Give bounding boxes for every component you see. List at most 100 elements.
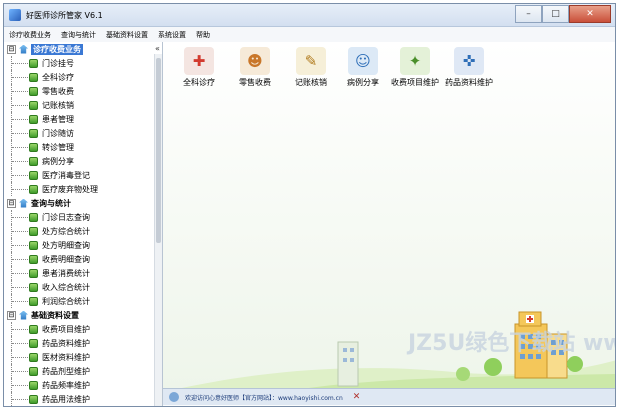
module-icon bbox=[29, 268, 38, 278]
tree-item-label: 药品用法维护 bbox=[42, 394, 90, 404]
module-icon bbox=[29, 128, 38, 138]
module-icon bbox=[29, 72, 38, 82]
tree-group-label: 基础资料设置 bbox=[31, 310, 79, 320]
app-logo-icon bbox=[9, 9, 21, 21]
tree-connector bbox=[12, 119, 28, 120]
tree-item[interactable]: 门诊挂号 bbox=[4, 56, 152, 70]
tree-connector bbox=[12, 231, 28, 232]
tree-item[interactable]: 全科诊疗 bbox=[4, 70, 152, 84]
shortcut-label: 药品资料维护 bbox=[445, 78, 493, 87]
nav-tree: ⊟ 诊疗收费业务 门诊挂号 全科诊疗 零售收费 记账核销 患者管理 门诊随访 转诊管理 病例分享医… bbox=[4, 42, 152, 406]
status-message[interactable]: 欢迎访问心意好医师【官方网站】：www.haoyishi.com.cn bbox=[185, 393, 343, 402]
tree-item[interactable]: 药品资料维护 bbox=[4, 336, 152, 350]
tree-connector bbox=[12, 189, 28, 190]
tree-connector bbox=[12, 175, 28, 176]
tree-item[interactable]: 医材资料维护 bbox=[4, 350, 152, 364]
tree-item[interactable]: 医疗废弃物处理 bbox=[4, 182, 152, 196]
collapse-sidebar-button[interactable]: « bbox=[155, 44, 160, 53]
fee-items-icon: ✦ bbox=[400, 47, 430, 75]
shortcut-label: 零售收费 bbox=[239, 78, 271, 87]
close-button[interactable]: ✕ bbox=[569, 5, 611, 23]
app-window: 好医师诊所管家 V6.1 – □ ✕ 诊疗收费业务 查询与统计 基础资料设置 系… bbox=[3, 3, 616, 407]
collapse-node-icon[interactable]: ⊟ bbox=[7, 310, 16, 320]
tree-item-label: 药品资料维护 bbox=[42, 338, 90, 348]
tree-item[interactable]: 患者消费统计 bbox=[4, 266, 152, 280]
menu-clinic-billing[interactable]: 诊疗收费业务 bbox=[4, 30, 56, 40]
tree-item[interactable]: 转诊管理 bbox=[4, 140, 152, 154]
tree-item[interactable]: 处方明细查询 bbox=[4, 238, 152, 252]
module-icon bbox=[29, 240, 38, 250]
shortcut-button[interactable]: ✜ 药品资料维护 bbox=[439, 47, 499, 87]
module-icon bbox=[29, 100, 38, 110]
tree-item[interactable]: 记账核销 bbox=[4, 98, 152, 112]
shortcut-button[interactable]: ✚ 全科诊疗 bbox=[169, 47, 229, 87]
module-icon bbox=[29, 212, 38, 222]
folder-home-icon bbox=[19, 44, 28, 54]
status-close-icon[interactable]: ✕ bbox=[353, 392, 361, 402]
shortcut-label: 全科诊疗 bbox=[183, 78, 215, 87]
tree-item[interactable]: 门诊随访 bbox=[4, 126, 152, 140]
collapse-node-icon[interactable]: ⊟ bbox=[7, 198, 16, 208]
folder-home-icon bbox=[19, 310, 28, 320]
tree-item-label: 记账核销 bbox=[42, 100, 74, 110]
tree-group-label: 查询与统计 bbox=[31, 198, 71, 208]
tree-item-label: 收费项目维护 bbox=[42, 324, 90, 334]
tree-item[interactable]: 药品频率维护 bbox=[4, 378, 152, 392]
module-icon bbox=[29, 170, 38, 180]
tree-connector bbox=[12, 357, 28, 358]
title-bar: 好医师诊所管家 V6.1 – □ ✕ bbox=[4, 4, 615, 27]
tree-item[interactable]: 收入综合统计 bbox=[4, 280, 152, 294]
tree-group[interactable]: ⊟ 查询与统计 bbox=[4, 196, 152, 210]
module-icon bbox=[29, 352, 38, 362]
sidebar-scrollbar[interactable] bbox=[154, 54, 162, 406]
tree-item-label: 医疗废弃物处理 bbox=[42, 184, 98, 194]
module-icon bbox=[29, 58, 38, 68]
tree-item[interactable]: 利润综合统计 bbox=[4, 294, 152, 308]
tree-item-label: 药品频率维护 bbox=[42, 380, 90, 390]
tree-item[interactable]: 零售收费 bbox=[4, 84, 152, 98]
tree-item[interactable]: 病例分享 bbox=[4, 154, 152, 168]
menu-query-stats[interactable]: 查询与统计 bbox=[56, 30, 101, 40]
hospital-building-left bbox=[337, 341, 359, 387]
tree-group[interactable]: ⊟ 诊疗收费业务 bbox=[4, 42, 152, 56]
tree-item[interactable]: 患者管理 bbox=[4, 112, 152, 126]
shortcut-label: 病例分享 bbox=[347, 78, 379, 87]
menu-help[interactable]: 帮助 bbox=[191, 30, 215, 40]
tree-connector bbox=[12, 329, 28, 330]
shortcut-button[interactable]: ☻ 零售收费 bbox=[225, 47, 285, 87]
watermark-text: JZ5U绿色下载站 www.jz5u.com bbox=[406, 330, 616, 356]
window-title: 好医师诊所管家 V6.1 bbox=[26, 10, 103, 20]
drug-data-icon: ✜ bbox=[454, 47, 484, 75]
window-controls: – □ ✕ bbox=[515, 5, 611, 23]
ledger-icon: ✎ bbox=[296, 47, 326, 75]
tree-connector bbox=[12, 273, 28, 274]
collapse-node-icon[interactable]: ⊟ bbox=[7, 44, 16, 54]
tree-item[interactable]: 医疗消毒登记 bbox=[4, 168, 152, 182]
tree-item-label: 利润综合统计 bbox=[42, 296, 90, 306]
tree-connector bbox=[12, 105, 28, 106]
tree-item-label: 医材资料维护 bbox=[42, 352, 90, 362]
tree-connector bbox=[12, 217, 28, 218]
tree-item[interactable]: 收费项目维护 bbox=[4, 322, 152, 336]
tree-item[interactable]: 药品剂型维护 bbox=[4, 364, 152, 378]
tree-item[interactable]: 药品用法维护 bbox=[4, 392, 152, 406]
menu-system-settings[interactable]: 系统设置 bbox=[153, 30, 191, 40]
minimize-button[interactable]: – bbox=[515, 5, 542, 23]
tree-item[interactable]: 收费明细查询 bbox=[4, 252, 152, 266]
scrollbar-thumb[interactable] bbox=[156, 58, 161, 243]
module-icon bbox=[29, 114, 38, 124]
maximize-button[interactable]: □ bbox=[542, 5, 569, 23]
shortcut-button[interactable]: ✦ 收费项目维护 bbox=[385, 47, 445, 87]
shortcut-button[interactable]: ✎ 记账核销 bbox=[281, 47, 341, 87]
shortcut-button[interactable]: ☺ 病例分享 bbox=[333, 47, 393, 87]
tree-item-label: 患者管理 bbox=[42, 114, 74, 124]
tree-connector bbox=[12, 63, 28, 64]
module-icon bbox=[29, 184, 38, 194]
status-bar: 欢迎访问心意好医师【官方网站】：www.haoyishi.com.cn ✕ bbox=[163, 388, 615, 405]
tree-group[interactable]: ⊟ 基础资料设置 bbox=[4, 308, 152, 322]
tree-item[interactable]: 门诊日志查询 bbox=[4, 210, 152, 224]
tree-item[interactable]: 处方综合统计 bbox=[4, 224, 152, 238]
module-icon bbox=[29, 142, 38, 152]
menu-base-data[interactable]: 基础资料设置 bbox=[101, 30, 153, 40]
background-illustration: JZ5U绿色下载站 www.jz5u.com bbox=[163, 42, 616, 392]
